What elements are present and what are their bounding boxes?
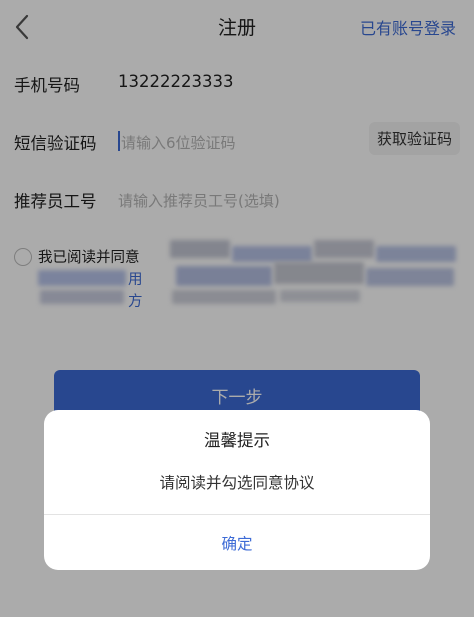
dialog-message: 请阅读并勾选同意协议 <box>159 474 315 492</box>
alert-dialog: 温馨提示 请阅读并勾选同意协议 确定 <box>44 410 430 570</box>
dialog-title: 温馨提示 <box>204 431 270 450</box>
confirm-button[interactable]: 确定 <box>44 515 430 570</box>
